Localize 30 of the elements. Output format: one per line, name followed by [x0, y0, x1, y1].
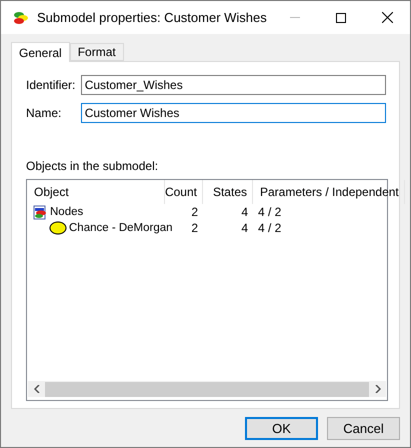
dialog-button[interactable]: Cancel	[327, 417, 400, 440]
section-label: Objects in the submodel:	[26, 159, 160, 173]
object-name[interactable]: Nodes	[50, 206, 84, 218]
column-header[interactable]: Parameters / Independent	[253, 180, 405, 204]
chevron-right-icon	[374, 385, 380, 393]
close-icon	[382, 12, 392, 23]
chevron-left-icon	[34, 385, 40, 393]
tab[interactable]: General	[11, 42, 70, 62]
tab[interactable]: Format	[70, 43, 124, 61]
table-cell-text: 4	[240, 205, 249, 219]
dialog-button[interactable]: OK	[245, 417, 318, 440]
field-label: Identifier:	[26, 78, 76, 92]
column-header[interactable]: Object	[27, 180, 165, 204]
scrollbar-thumb[interactable]	[45, 382, 369, 396]
table-cell-text: 4 / 2	[257, 221, 282, 235]
text-field[interactable]: Customer_Wishes	[80, 75, 386, 95]
window-title: Submodel properties: Customer Wishes	[37, 10, 268, 25]
ellipse-node-icon	[49, 221, 67, 235]
object-name[interactable]: Chance - DeMorgan	[69, 222, 173, 234]
table-cell-text: 2	[190, 205, 199, 219]
maximize-icon	[336, 12, 346, 22]
app-logo-icon	[13, 10, 29, 24]
column-header[interactable]: States	[203, 180, 253, 204]
text-field[interactable]: Customer Wishes	[80, 103, 386, 123]
field-label: Name:	[26, 106, 62, 120]
table-cell-text: 4 / 2	[257, 205, 282, 219]
nodes-icon	[33, 204, 48, 220]
table-cell-text: 4	[240, 221, 249, 235]
minimize-icon	[290, 17, 300, 18]
column-header[interactable]: Count	[165, 180, 203, 204]
